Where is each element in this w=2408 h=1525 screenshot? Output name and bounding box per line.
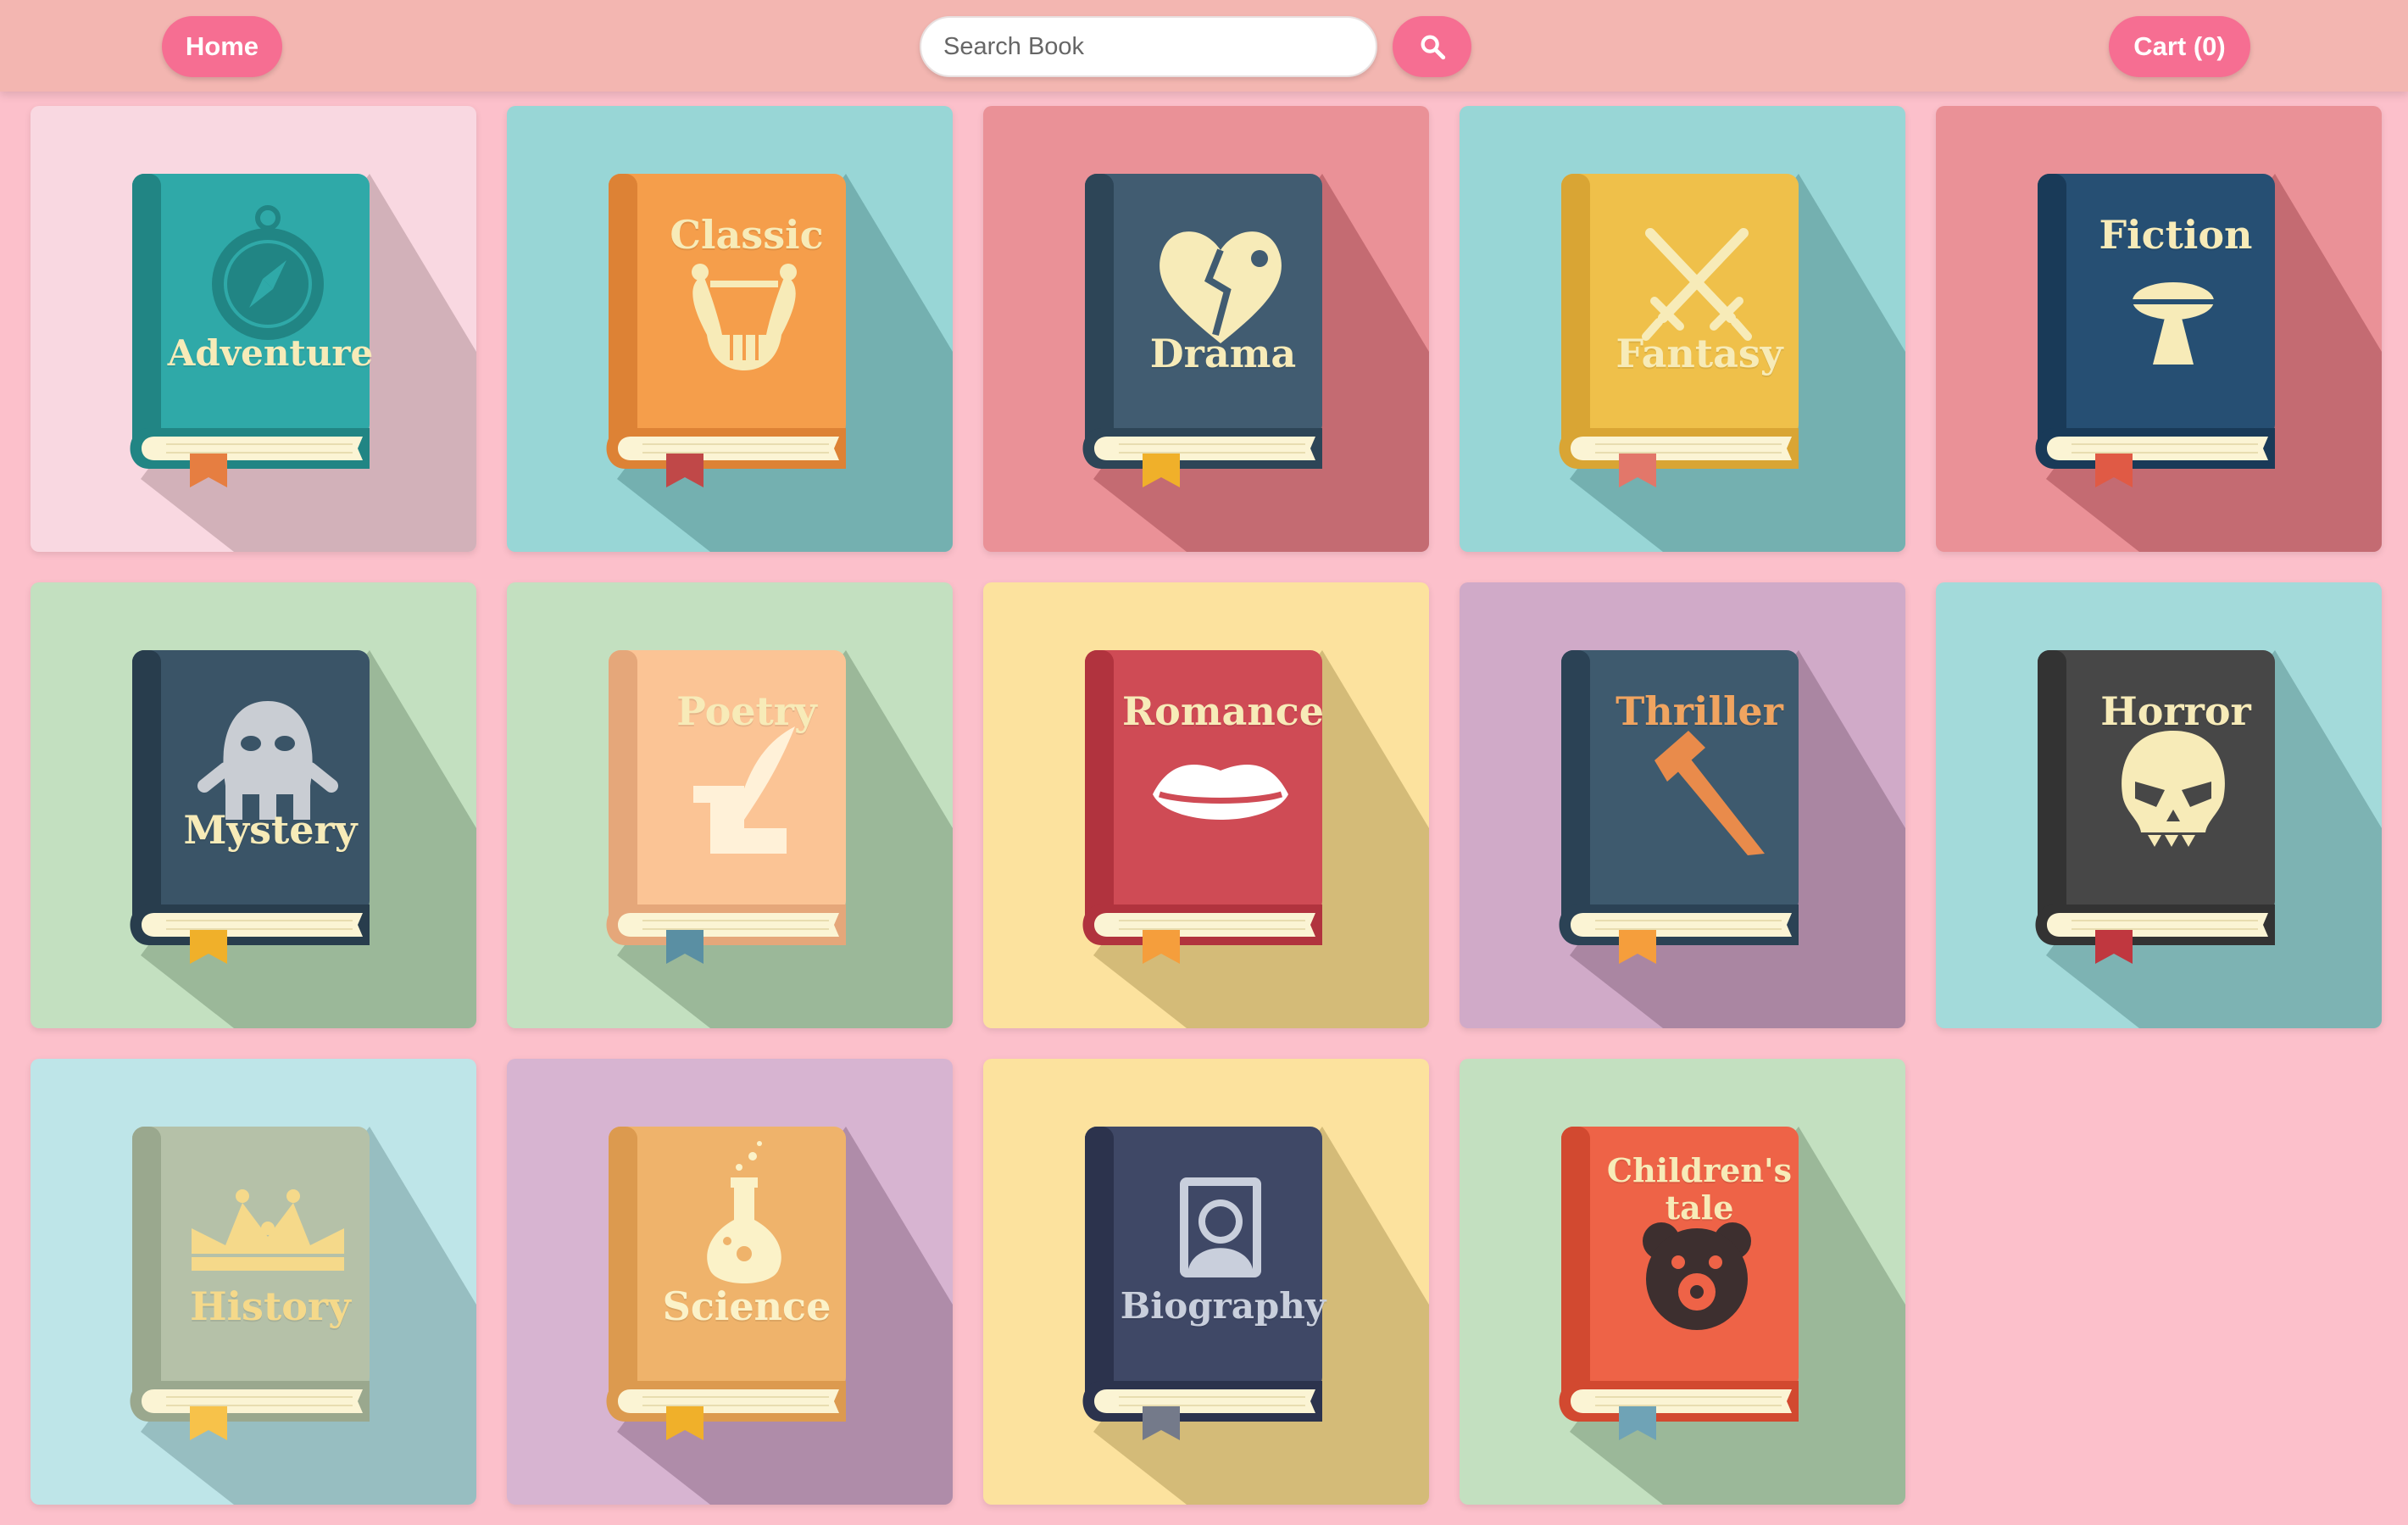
book-cover-illustration [1559,1127,1905,1505]
book-cover-illustration [130,174,476,552]
category-title: Romance [1121,688,1325,734]
category-card[interactable]: Classic [507,106,953,552]
category-title: Thriller [1616,688,1783,734]
category-card[interactable]: Fiction [1936,106,2382,552]
category-title: Drama [1149,331,1297,376]
category-card[interactable]: Science [507,1059,953,1505]
home-button[interactable]: Home [162,16,282,77]
category-title: Horror [2100,688,2251,734]
top-navigation-bar: Home Cart (0) [0,0,2408,92]
category-title: Children's tale [1606,1151,1793,1227]
category-card[interactable]: Poetry [507,582,953,1028]
category-card[interactable]: Fantasy [1460,106,1905,552]
portrait-icon [1180,1177,1261,1277]
category-title: Adventure [167,332,374,374]
book-cover-illustration [2035,650,2382,1028]
category-card[interactable]: Mystery [31,582,476,1028]
category-card[interactable]: Romance [983,582,1429,1028]
search-button[interactable] [1393,16,1471,77]
category-card[interactable]: Biography [983,1059,1429,1505]
book-cover-illustration [130,650,476,1028]
category-card[interactable]: Horror [1936,582,2382,1028]
book-cover-illustration [1082,174,1429,552]
category-title: Fiction [2099,212,2253,258]
book-cover-illustration [2035,174,2382,552]
search-input[interactable] [920,16,1377,77]
category-title: History [190,1283,351,1329]
book-cover-illustration [606,650,953,1028]
category-title: Fantasy [1616,331,1783,376]
book-cover-illustration [1559,650,1905,1028]
book-cover-illustration [1082,650,1429,1028]
category-title: Biography [1120,1285,1326,1327]
category-title: Poetry [676,688,817,734]
book-cover-illustration [130,1127,476,1505]
category-card[interactable]: Drama [983,106,1429,552]
category-grid: Adventure Classic Drama Fantasy Fiction … [31,106,2382,1505]
category-card[interactable]: History [31,1059,476,1505]
book-cover-illustration [606,174,953,552]
category-card[interactable]: Children's tale [1460,1059,1905,1505]
search-icon [1421,35,1445,60]
book-cover-illustration [1559,174,1905,552]
category-card[interactable]: Thriller [1460,582,1905,1028]
book-cover-illustration [606,1127,953,1505]
category-title: Mystery [183,807,358,853]
book-cover-illustration [1082,1127,1429,1505]
cart-button[interactable]: Cart (0) [2109,16,2250,77]
category-title: Science [662,1283,831,1329]
category-title: Classic [670,212,824,258]
category-card[interactable]: Adventure [31,106,476,552]
